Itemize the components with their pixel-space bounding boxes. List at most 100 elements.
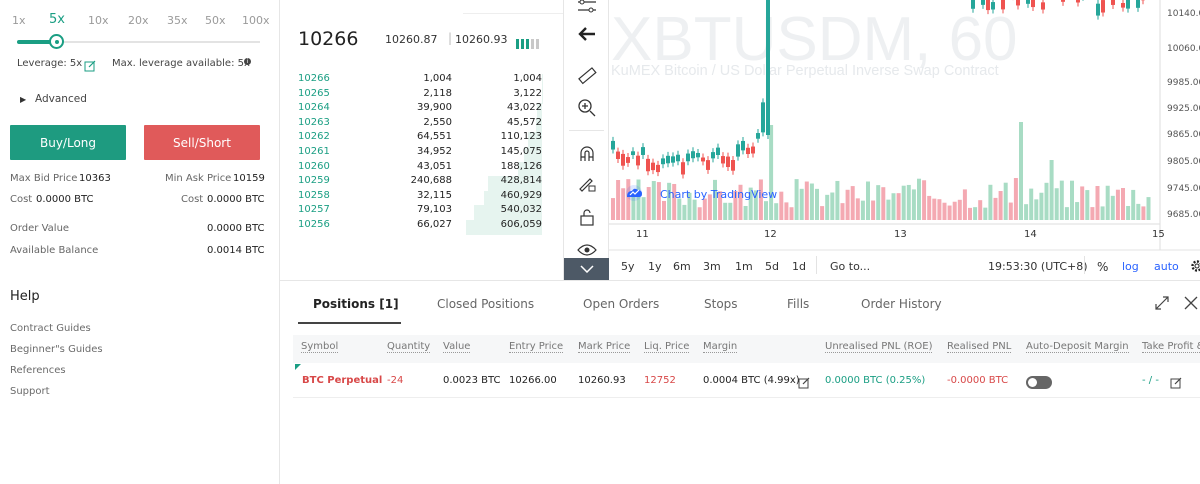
tab-closed-positions[interactable]: Closed Positions <box>437 297 534 311</box>
volume-bar <box>840 203 845 220</box>
candle-body <box>646 158 650 172</box>
edit-margin-icon[interactable] <box>798 374 810 389</box>
help-link-support[interactable]: Support <box>10 386 50 397</box>
leverage-tick-5x[interactable]: 5x <box>49 12 65 27</box>
candle-body <box>1026 0 1030 4</box>
leverage-tick-20x[interactable]: 20x <box>128 14 149 27</box>
date-axis-label: 13 <box>894 229 907 240</box>
volume-bar <box>1136 203 1141 220</box>
leverage-tick-35x[interactable]: 35x <box>167 14 188 27</box>
leverage-tick-50x[interactable]: 50x <box>205 14 226 27</box>
caret-right-icon[interactable]: ▶ <box>20 95 26 104</box>
expand-icon[interactable] <box>1154 295 1170 311</box>
candle-body <box>1076 0 1080 3</box>
position-symbol[interactable]: BTC Perpetual <box>302 375 382 386</box>
date-axis-label: 15 <box>1152 229 1165 240</box>
candle-body <box>731 160 735 171</box>
edit-leverage-icon[interactable] <box>84 57 96 72</box>
orderbook-total: 110,123 <box>500 131 542 143</box>
volume-bar <box>978 200 983 220</box>
volume-bar <box>1044 182 1049 220</box>
candle-body <box>611 140 615 150</box>
tab-order-history[interactable]: Order History <box>861 297 942 311</box>
buy-long-button[interactable]: Buy/Long <box>10 125 126 160</box>
candle-body <box>746 147 750 155</box>
leverage-tick-100x[interactable]: 100x <box>242 14 270 27</box>
volume-bar <box>993 197 998 220</box>
arrow-left-icon[interactable] <box>564 17 609 51</box>
min-ask-value: 10159 <box>233 173 265 184</box>
candle-body <box>616 151 620 159</box>
edit-take-profit-icon[interactable] <box>1170 374 1182 389</box>
timeframe-5d[interactable]: 5d <box>765 260 779 273</box>
tradingview-attribution[interactable]: Chart by TradingView <box>660 188 777 201</box>
timeframe-1y[interactable]: 1y <box>648 260 662 273</box>
ruler-icon[interactable] <box>564 59 609 93</box>
tradingview-cloud-icon <box>623 185 645 201</box>
last-price: 10266 <box>298 28 359 50</box>
orderbook-amount: 2,118 <box>423 87 452 99</box>
candle-body <box>726 156 730 168</box>
timeframe-1m[interactable]: 1m <box>735 260 753 273</box>
gear-icon[interactable] <box>1190 258 1200 272</box>
magnet-icon[interactable] <box>564 137 609 171</box>
volume-bar <box>1059 180 1064 220</box>
timeframe-5y[interactable]: 5y <box>621 260 635 273</box>
leverage-slider-handle[interactable] <box>49 34 64 49</box>
candle-body <box>756 133 760 139</box>
volume-bar <box>1008 202 1013 220</box>
order-value-label: Order Value <box>10 223 70 234</box>
info-icon[interactable]: i <box>244 58 251 65</box>
timeframe-1d[interactable]: 1d <box>792 260 806 273</box>
tab-open-orders[interactable]: Open Orders <box>583 297 659 311</box>
volume-bar <box>1095 186 1100 220</box>
leverage-tick-10x[interactable]: 10x <box>88 14 109 27</box>
close-icon[interactable] <box>1183 295 1199 311</box>
help-link-contract-guides[interactable]: Contract Guides <box>10 323 91 334</box>
volume-bar <box>860 200 865 220</box>
volume-bar <box>952 201 957 220</box>
leverage-tick-1x[interactable]: 1x <box>12 14 26 27</box>
candle-body <box>986 0 990 11</box>
max-leverage-label: Max. leverage available: 5x <box>112 58 250 69</box>
tab-fills[interactable]: Fills <box>787 297 809 311</box>
orderbook-total: 3,122 <box>513 87 542 99</box>
candle-body <box>1136 0 1140 8</box>
help-link-beginners-guides[interactable]: Beginner"s Guides <box>10 344 103 355</box>
candle-body <box>711 152 715 159</box>
timeframe-6m[interactable]: 6m <box>673 260 691 273</box>
chevron-down-icon[interactable] <box>564 258 609 280</box>
candle-body <box>641 147 645 155</box>
percent-scale-toggle[interactable]: % <box>1097 260 1108 274</box>
tab-stops[interactable]: Stops <box>704 297 738 311</box>
unlock-icon[interactable] <box>564 200 609 234</box>
orderbook-amount: 240,688 <box>410 175 452 187</box>
orderbook-price: 10265 <box>298 87 330 99</box>
goto-date-button[interactable]: Go to... <box>830 260 870 273</box>
volume-bar <box>1146 197 1151 220</box>
orderbook-row[interactable]: 10256 66,027 606,059 <box>298 219 560 236</box>
volume-bar <box>662 200 666 220</box>
volume-bar <box>845 189 850 220</box>
column-header-take-profit: Take Profit & <box>1142 341 1200 353</box>
cost-buy-label: Cost <box>10 194 33 205</box>
column-header-realised-pnl: Realised PNL <box>947 341 1012 353</box>
toggle-knob <box>1028 378 1037 387</box>
auto-scale-toggle[interactable]: auto <box>1154 260 1179 273</box>
timeframe-3m[interactable]: 3m <box>703 260 721 273</box>
zoom-in-icon[interactable] <box>564 91 609 125</box>
orderbook-price: 10264 <box>298 102 330 114</box>
tab-positions[interactable]: Positions [1] <box>313 297 399 311</box>
help-link-references[interactable]: References <box>10 365 66 376</box>
sell-short-button[interactable]: Sell/Short <box>144 125 260 160</box>
price-chart[interactable]: XBTUSDM, 60 KuMEX Bitcoin / US Dollar Pe… <box>609 0 1200 280</box>
log-scale-toggle[interactable]: log <box>1122 260 1139 273</box>
volume-bar <box>1039 192 1044 220</box>
candle-body <box>676 154 680 162</box>
auto-deposit-toggle[interactable] <box>1026 376 1052 389</box>
pencil-lock-icon[interactable] <box>564 167 609 201</box>
volume-bar <box>998 191 1003 220</box>
volume-bar <box>702 198 707 220</box>
volume-bar <box>682 204 687 220</box>
advanced-toggle[interactable]: Advanced <box>35 93 87 105</box>
